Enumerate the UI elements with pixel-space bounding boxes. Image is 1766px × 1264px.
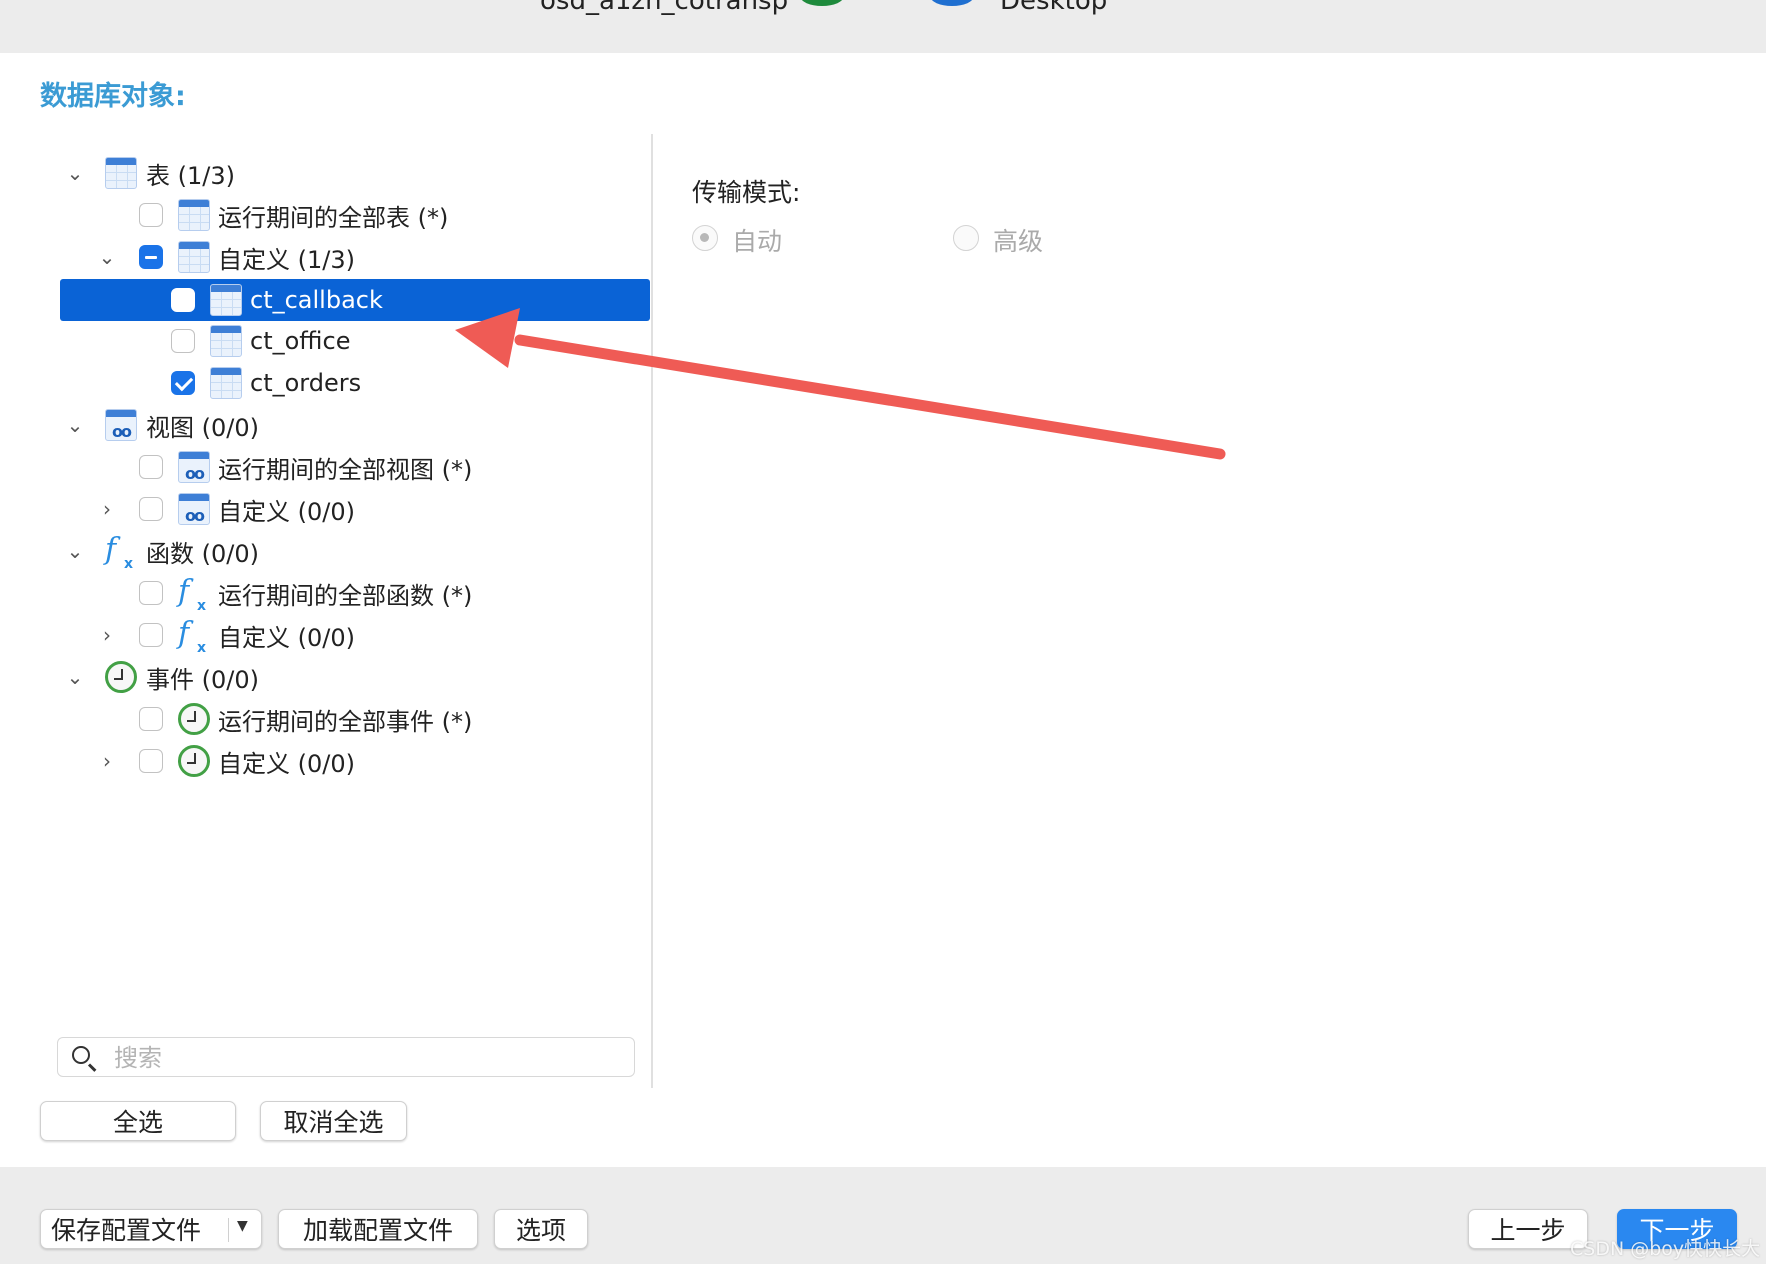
tree-node-label: 视图 (0/0) [146, 413, 259, 442]
tree-node-views-all[interactable]: 运行期间的全部视图 (*) [0, 446, 650, 488]
checkbox[interactable] [139, 581, 163, 605]
checkbox-checked[interactable] [171, 371, 195, 395]
tree-item-label: ct_callback [250, 286, 383, 314]
chevron-down-icon[interactable]: ⌄ [98, 247, 116, 267]
checkbox[interactable] [139, 749, 163, 773]
search-input[interactable] [112, 1040, 616, 1076]
function-icon: f [105, 535, 137, 580]
radio-advanced-label: 高级 [993, 227, 1044, 256]
tree-node-label: 事件 (0/0) [146, 665, 259, 694]
tree-node-label: 运行期间的全部表 (*) [218, 203, 449, 232]
tree-node-functions-custom[interactable]: › f 自定义 (0/0) [0, 614, 650, 664]
tree-node-label: 函数 (0/0) [146, 539, 259, 568]
tree-node-label: 运行期间的全部函数 (*) [218, 581, 473, 610]
tree-item-label: ct_orders [250, 369, 362, 397]
section-title: 数据库对象: [40, 81, 186, 112]
search-icon [72, 1046, 90, 1064]
table-icon [178, 199, 210, 231]
tree-node-views[interactable]: ⌄ 视图 (0/0) [0, 404, 650, 446]
tree-item-ct-office[interactable]: ct_office [0, 320, 650, 362]
view-icon [178, 451, 210, 483]
function-icon: f [178, 619, 210, 664]
checkbox[interactable] [139, 497, 163, 521]
chevron-right-icon[interactable]: › [98, 751, 116, 771]
radio-auto[interactable] [692, 225, 718, 251]
checkbox[interactable] [171, 288, 195, 312]
table-icon [210, 367, 242, 399]
clock-icon [105, 661, 137, 693]
target-database-icon [930, 0, 974, 6]
source-database-icon [800, 0, 844, 6]
view-icon [105, 409, 137, 441]
save-profile-split-button[interactable]: 保存配置文件 ▼ [40, 1209, 262, 1249]
tree-node-tables-all[interactable]: 运行期间的全部表 (*) [0, 194, 650, 236]
function-icon: f [178, 577, 210, 622]
chevron-right-icon[interactable]: › [98, 625, 116, 645]
source-connection-name: osd_a1zh_cotransp [540, 0, 789, 16]
save-profile-button-label: 保存配置文件 [51, 1216, 202, 1245]
load-profile-button[interactable]: 加载配置文件 [278, 1209, 478, 1249]
tree-item-label: ct_office [250, 327, 351, 355]
search-box[interactable] [57, 1037, 635, 1077]
chevron-down-icon[interactable]: ⌄ [66, 667, 84, 687]
deselect-all-button[interactable]: 取消全选 [260, 1101, 407, 1141]
tree-node-events-all[interactable]: 运行期间的全部事件 (*) [0, 698, 650, 740]
checkbox[interactable] [171, 329, 195, 353]
radio-auto-label: 自动 [732, 227, 783, 256]
dropdown-arrow-icon[interactable]: ▼ [237, 1218, 248, 1234]
checkbox[interactable] [139, 203, 163, 227]
watermark: CSDN @boy快快长大 [1570, 1238, 1761, 1260]
table-icon [210, 325, 242, 357]
tree-node-label: 自定义 (0/0) [218, 623, 355, 652]
tree-node-label: 自定义 (0/0) [218, 497, 355, 526]
view-icon [178, 493, 210, 525]
tree-node-label: 运行期间的全部视图 (*) [218, 455, 473, 484]
tree-node-events-custom[interactable]: › 自定义 (0/0) [0, 740, 650, 782]
tree-node-views-custom[interactable]: › 自定义 (0/0) [0, 488, 650, 530]
checkbox[interactable] [139, 455, 163, 479]
radio-advanced[interactable] [953, 225, 979, 251]
transfer-mode-label: 传输模式: [692, 178, 801, 207]
clock-icon [178, 745, 210, 777]
tree-node-label: 自定义 (0/0) [218, 749, 355, 778]
chevron-right-icon[interactable]: › [98, 499, 116, 519]
table-icon [178, 241, 210, 273]
table-icon [210, 284, 242, 316]
checkbox-mixed[interactable] [139, 245, 163, 269]
split-divider [228, 1218, 229, 1242]
tree-node-tables[interactable]: ⌄ 表 (1/3) [0, 152, 650, 194]
tree-node-functions[interactable]: ⌄ f 函数 (0/0) [0, 530, 650, 580]
transfer-header: osd_a1zh_cotransp Desktop [0, 0, 1766, 53]
tree-node-tables-custom[interactable]: ⌄ 自定义 (1/3) [0, 236, 650, 278]
tree-item-ct-callback[interactable]: ct_callback [60, 279, 650, 321]
clock-icon [178, 703, 210, 735]
tree-node-label: 自定义 (1/3) [218, 245, 355, 274]
pane-divider[interactable] [651, 134, 653, 1088]
table-icon [105, 157, 137, 189]
tree-node-label: 表 (1/3) [146, 161, 235, 190]
target-connection-name: Desktop [1000, 0, 1108, 16]
tree-node-functions-all[interactable]: f 运行期间的全部函数 (*) [0, 572, 650, 622]
options-button[interactable]: 选项 [494, 1209, 588, 1249]
checkbox[interactable] [139, 623, 163, 647]
chevron-down-icon[interactable]: ⌄ [66, 415, 84, 435]
chevron-down-icon[interactable]: ⌄ [66, 541, 84, 561]
chevron-down-icon[interactable]: ⌄ [66, 163, 84, 183]
tree-item-ct-orders[interactable]: ct_orders [0, 362, 650, 404]
select-all-button[interactable]: 全选 [40, 1101, 236, 1141]
tree-node-label: 运行期间的全部事件 (*) [218, 707, 473, 736]
checkbox[interactable] [139, 707, 163, 731]
tree-node-events[interactable]: ⌄ 事件 (0/0) [0, 656, 650, 698]
